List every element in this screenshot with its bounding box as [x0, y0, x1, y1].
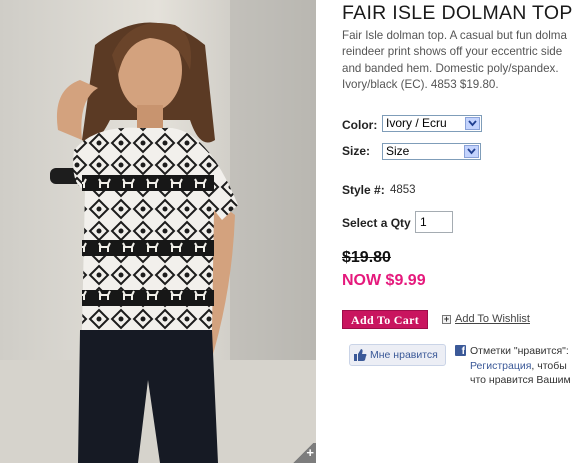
product-photo[interactable]: +	[0, 0, 316, 463]
facebook-like-button[interactable]: Мне нравится	[349, 344, 446, 366]
add-to-wishlist-link[interactable]: Add To Wishlist	[455, 313, 530, 325]
description-line: reindeer print shows off your eccentric …	[342, 45, 563, 59]
facebook-like-text: Отметки "нравится": Регистрация, чтобы ч…	[470, 344, 577, 388]
description-line: and banded hem. Domestic poly/spandex.	[342, 61, 559, 75]
like-button-label: Мне нравится	[370, 349, 438, 361]
color-select-value: Ivory / Ecru	[386, 116, 447, 130]
model-image	[0, 0, 316, 463]
facebook-logo-icon: f	[455, 345, 466, 356]
style-number: 4853	[390, 184, 416, 196]
plus-icon[interactable]: +	[442, 315, 451, 324]
size-label: Size:	[342, 144, 371, 158]
facebook-text-line: , чтобы	[531, 359, 567, 372]
product-description: Fair Isle dolman top. A casual but fun d…	[342, 28, 577, 93]
chevron-down-icon	[465, 117, 480, 130]
facebook-register-link[interactable]: Регистрация	[470, 360, 531, 372]
product-title: FAIR ISLE DOLMAN TOP	[342, 2, 573, 24]
zoom-plus-icon: +	[306, 445, 314, 460]
chevron-down-icon	[464, 145, 479, 158]
sale-price: NOW $9.99	[342, 272, 426, 289]
qty-label: Select a Qty	[342, 216, 411, 230]
thumbs-up-icon	[354, 349, 367, 361]
qty-input[interactable]	[415, 211, 453, 233]
size-select[interactable]: Size	[382, 143, 481, 160]
facebook-text-line: Отметки "нравится":	[470, 345, 569, 357]
color-select[interactable]: Ivory / Ecru	[382, 115, 482, 132]
facebook-text-line: что нравится Вашим	[470, 374, 571, 387]
add-to-cart-button[interactable]: Add To Cart	[342, 310, 428, 329]
size-select-value: Size	[386, 144, 410, 158]
description-line: Ivory/black (EC). 4853 $19.80.	[342, 77, 499, 91]
color-label: Color:	[342, 118, 378, 132]
zoom-button[interactable]: +	[290, 443, 316, 463]
style-label: Style #:	[342, 183, 385, 197]
original-price: $19.80	[342, 249, 391, 266]
description-line: Fair Isle dolman top. A casual but fun d…	[342, 29, 567, 42]
